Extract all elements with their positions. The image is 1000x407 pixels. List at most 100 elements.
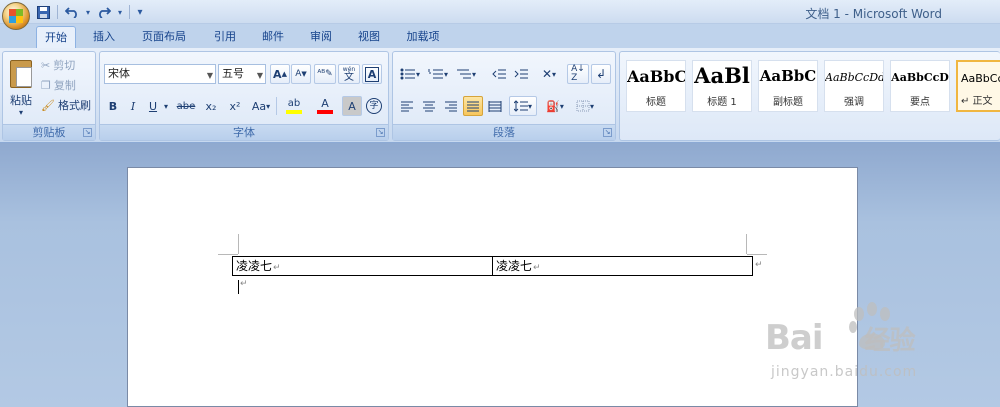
font-size-dropdown[interactable]: 五号 ▼ — [218, 64, 266, 84]
redo-dropdown-icon[interactable]: ▾ — [116, 3, 124, 21]
align-left-icon — [401, 101, 413, 112]
align-right-button[interactable] — [441, 96, 461, 116]
phonetic-guide-button[interactable]: wén 文 — [338, 64, 360, 84]
clipboard-launcher-icon[interactable]: ↘ — [83, 128, 92, 137]
tab-insert[interactable]: 插入 — [84, 26, 124, 48]
clear-format-button[interactable]: ᴬᴮ✎ — [314, 64, 336, 84]
style-sample: AaBbCcD — [891, 71, 949, 84]
copy-button[interactable]: ❐ 复制 — [41, 76, 76, 94]
decrease-indent-button[interactable] — [489, 64, 509, 84]
style-sample: AaBbC — [627, 67, 685, 86]
tab-mailings[interactable]: 邮件 — [253, 26, 293, 48]
font-name-dropdown[interactable]: 宋体 ▼ — [104, 64, 216, 84]
tab-add-ins[interactable]: 加载项 — [398, 26, 448, 48]
table-cell[interactable]: 凌凌七↵ — [233, 257, 492, 275]
subscript-button[interactable]: x₂ — [200, 96, 222, 116]
shrink-font-button[interactable]: A ▼ — [291, 64, 311, 84]
superscript-button[interactable]: x² — [224, 96, 246, 116]
character-shading-button[interactable]: A — [342, 96, 362, 116]
font-group-label: 字体 — [100, 124, 388, 140]
enclose-characters-button[interactable]: 字 — [364, 96, 384, 116]
document-page[interactable] — [127, 167, 858, 407]
clipboard-icon — [10, 60, 32, 88]
paste-button[interactable]: 粘贴 ▾ — [7, 56, 35, 126]
undo-dropdown-icon[interactable]: ▾ — [84, 3, 92, 21]
sort-icon: A↓ Z — [571, 64, 585, 83]
underline-button[interactable]: U — [144, 96, 162, 116]
office-logo-icon — [9, 9, 23, 23]
clipboard-group: 粘贴 ▾ ✂ 剪切 ❐ 复制 🖌 格式刷 剪贴板 ↘ — [2, 51, 96, 141]
paragraph-launcher-icon[interactable]: ↘ — [603, 128, 612, 137]
table-row[interactable]: 凌凌七↵ 凌凌七↵ — [232, 256, 753, 276]
format-painter-button[interactable]: 🖌 格式刷 — [41, 96, 91, 114]
bold-button[interactable]: B — [104, 96, 122, 116]
show-marks-button[interactable]: ↲ — [591, 64, 611, 84]
customize-qat-icon[interactable]: ▾ — [135, 3, 145, 21]
style-sample: AaBbCc — [961, 72, 1000, 85]
font-group: 宋体 ▼ 五号 ▼ A ▲ A ▼ ᴬᴮ✎ wén 文 A B I U ▾ abe … — [99, 51, 389, 141]
font-color-label: A — [321, 97, 329, 110]
copy-label: 复制 — [53, 79, 76, 92]
style-name: 标题 1 — [707, 97, 737, 108]
style-title[interactable]: AaBbC 标题 — [626, 60, 686, 112]
font-launcher-icon[interactable]: ↘ — [376, 128, 385, 137]
chevron-down-icon: ▾ — [266, 101, 271, 111]
sort-button[interactable]: A↓ Z — [567, 64, 589, 84]
style-name: 强调 — [844, 97, 864, 108]
distributed-button[interactable] — [485, 96, 505, 116]
character-shading-label: A — [348, 99, 356, 113]
grow-font-button[interactable]: A ▲ — [270, 64, 290, 84]
tab-page-layout[interactable]: 页面布局 — [134, 26, 194, 48]
paragraph-group-label: 段落 — [393, 124, 615, 140]
multilevel-list-button[interactable]: ▾ — [453, 64, 479, 84]
office-button[interactable] — [2, 2, 30, 30]
paste-dropdown-icon[interactable]: ▾ — [7, 108, 35, 117]
style-subtitle[interactable]: AaBbC 副标题 — [758, 60, 818, 112]
line-spacing-button[interactable]: ▾ — [509, 96, 537, 116]
chinese-layout-button[interactable]: ✕ ▾ — [535, 64, 563, 84]
justify-button[interactable] — [463, 96, 483, 116]
para-mark: ↵ — [240, 279, 248, 289]
numbering-button[interactable]: ▾ — [425, 64, 451, 84]
style-name: 标题 — [646, 97, 666, 108]
align-center-button[interactable] — [419, 96, 439, 116]
style-heading-1[interactable]: AaBl 标题 1 — [692, 60, 752, 112]
increase-indent-button[interactable] — [511, 64, 531, 84]
decrease-indent-icon — [492, 69, 506, 79]
shading-button[interactable]: ⛽ ▾ — [541, 96, 569, 116]
cell-text: 凌凌七 — [236, 259, 273, 273]
multilevel-list-icon — [456, 69, 471, 79]
style-name: 要点 — [910, 97, 930, 108]
redo-icon[interactable] — [95, 3, 113, 21]
grow-font-label: A — [273, 67, 282, 81]
tab-home[interactable]: 开始 — [36, 26, 76, 48]
style-strong[interactable]: AaBbCcD 要点 — [890, 60, 950, 112]
highlight-button[interactable]: ab — [280, 96, 308, 116]
character-border-button[interactable]: A — [362, 64, 382, 84]
save-icon[interactable] — [34, 3, 52, 21]
italic-button[interactable]: I — [124, 96, 142, 116]
align-left-button[interactable] — [397, 96, 417, 116]
brush-icon: 🖌 — [41, 98, 55, 112]
cut-button[interactable]: ✂ 剪切 — [41, 56, 75, 74]
strikethrough-button[interactable]: abe — [174, 96, 198, 116]
font-color-button[interactable]: A — [312, 96, 338, 116]
table-cell[interactable]: 凌凌七↵ — [492, 257, 752, 275]
change-case-button[interactable]: Aa ▾ — [248, 96, 274, 116]
chinese-layout-icon: ✕ — [541, 67, 553, 81]
bullets-button[interactable]: ▾ — [397, 64, 423, 84]
format-painter-label: 格式刷 — [57, 99, 91, 112]
distributed-icon — [488, 101, 502, 112]
style-normal[interactable]: AaBbCc ↵ 正文 — [956, 60, 1000, 112]
borders-button[interactable]: ▾ — [571, 96, 599, 116]
underline-dropdown-icon[interactable]: ▾ — [162, 96, 170, 116]
tab-view[interactable]: 视图 — [349, 26, 389, 48]
baidu-watermark: Bai 经验 jingyan.baidu.com — [765, 300, 990, 390]
style-emphasis[interactable]: AaBbCcDd 强调 — [824, 60, 884, 112]
font-size-value: 五号 — [222, 67, 244, 80]
tab-review[interactable]: 审阅 — [301, 26, 341, 48]
undo-icon[interactable] — [63, 3, 81, 21]
tab-references[interactable]: 引用 — [205, 26, 245, 48]
title-bar: ▾ ▾ ▾ 文档 1 - Microsoft Word — [0, 0, 1000, 24]
styles-group: AaBbC 标题 AaBl 标题 1 AaBbC 副标题 AaBbCcDd 强调… — [619, 51, 1000, 141]
